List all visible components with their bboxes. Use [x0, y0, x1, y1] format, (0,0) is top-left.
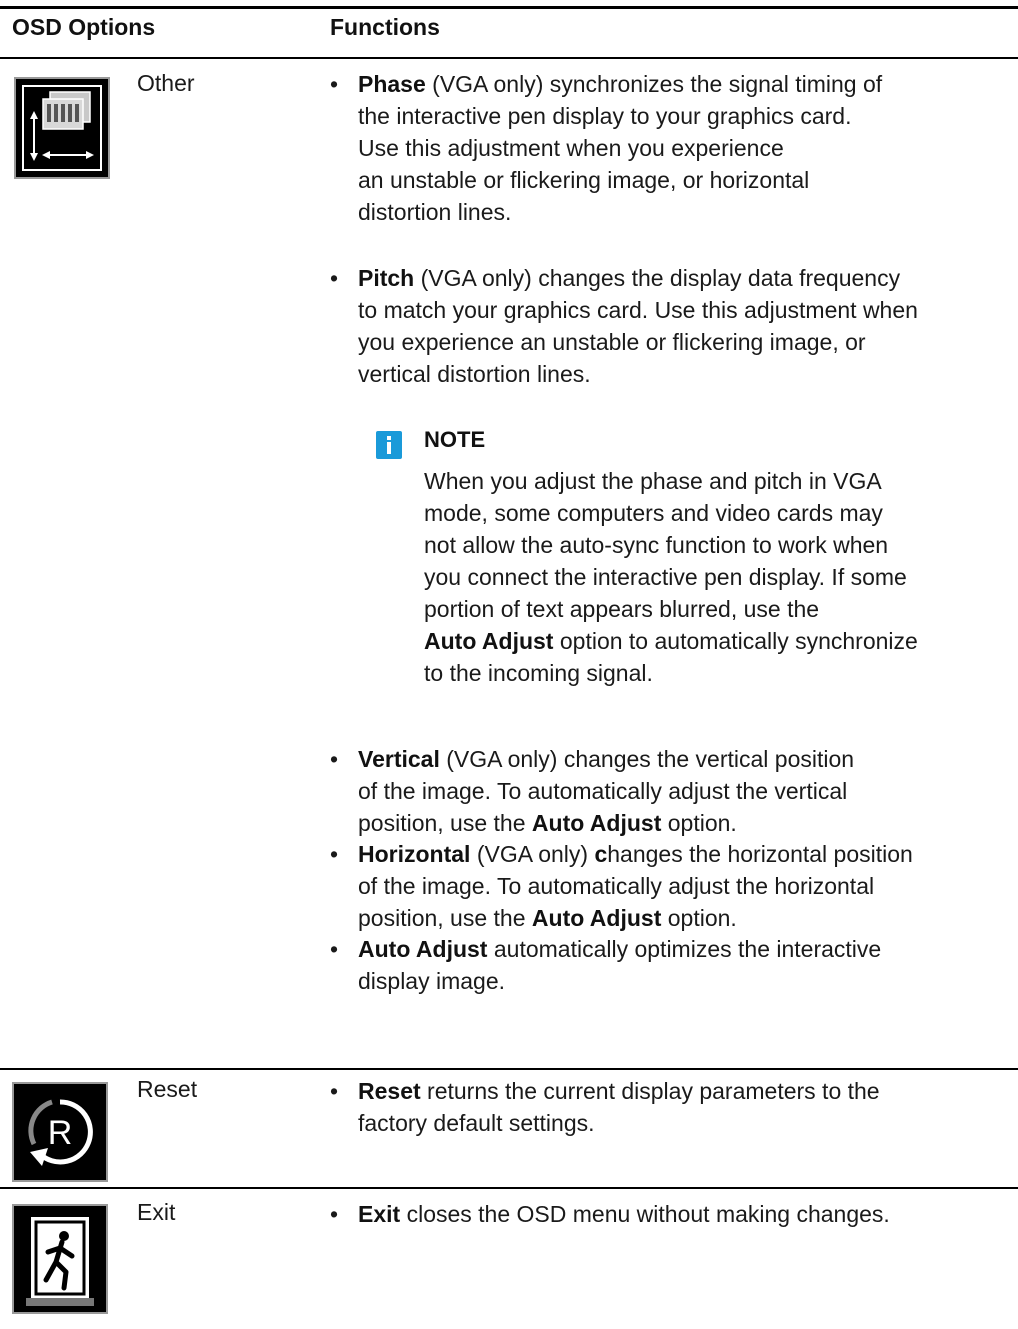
bold-term: Auto Adjust — [358, 936, 488, 962]
text-run: option to automatically synchronize — [553, 628, 918, 654]
bold-term: Pitch — [358, 265, 415, 291]
text-line: the interactive pen display to your grap… — [358, 100, 882, 132]
text-run: Use this adjustment when you experience — [358, 135, 784, 161]
bullet-dot: • — [330, 746, 339, 772]
bullet-dot: • — [330, 265, 339, 291]
text-line: factory default settings. — [358, 1107, 880, 1139]
bold-term: Auto Adjust — [531, 810, 662, 836]
bullet-dot: • — [330, 71, 339, 97]
text-line: position, use the Auto Adjust option. — [358, 807, 854, 839]
text-run: the interactive pen display to your grap… — [358, 103, 852, 129]
text-line: Use this adjustment when you experience — [358, 132, 882, 164]
text-line: an unstable or flickering image, or hori… — [358, 164, 882, 196]
osd-reset-icon: R — [12, 1082, 108, 1182]
text-run: mode, some computers and video cards may — [424, 500, 883, 526]
text-line: Reset returns the current display parame… — [358, 1075, 880, 1107]
text-line: Exit closes the OSD menu without making … — [358, 1198, 890, 1230]
text-run: hanges the horizontal position — [607, 841, 913, 867]
osd-exit-icon — [12, 1204, 108, 1314]
text-line: vertical distortion lines. — [358, 358, 918, 390]
bullet-text: Phase (VGA only) synchronizes the signal… — [358, 68, 882, 228]
text-line: of the image. To automatically adjust th… — [358, 870, 913, 902]
text-run: to match your graphics card. Use this ad… — [358, 297, 918, 323]
bullet-dot: • — [330, 1201, 339, 1227]
bold-term: Reset — [358, 1078, 421, 1104]
osd-other-icon — [14, 77, 110, 179]
bullet-text: Vertical (VGA only) changes the vertical… — [358, 743, 854, 839]
bullet-dot: • — [330, 1078, 339, 1104]
bold-term: Phase — [358, 71, 426, 97]
text-run: (VGA only) — [470, 841, 595, 867]
bold-term: Auto Adjust — [424, 628, 554, 654]
text-line: Vertical (VGA only) changes the vertical… — [358, 743, 854, 775]
text-run: distortion lines. — [358, 199, 512, 225]
bullet-text: Pitch (VGA only) changes the display dat… — [358, 262, 918, 390]
note-body: When you adjust the phase and pitch in V… — [424, 465, 918, 689]
text-line: Auto Adjust automatically optimizes the … — [358, 933, 881, 965]
text-line: of the image. To automatically adjust th… — [358, 775, 854, 807]
text-run: of the image. To automatically adjust th… — [358, 873, 875, 899]
bullet-dot: • — [330, 936, 339, 962]
text-run: option. — [661, 905, 737, 931]
info-icon — [376, 431, 402, 459]
text-line: you experience an unstable or flickering… — [358, 326, 918, 358]
text-run: automatically optimizes the interactive — [487, 936, 882, 962]
text-run: display image. — [358, 968, 506, 994]
text-run: (VGA only) changes the vertical position — [439, 746, 855, 772]
text-run: closes the OSD menu without making chang… — [400, 1201, 890, 1227]
text-run: you experience an unstable or flickering… — [358, 329, 866, 355]
option-name-reset: Reset — [137, 1076, 198, 1102]
text-line: Pitch (VGA only) changes the display dat… — [358, 262, 918, 294]
text-run: you connect the interactive pen display.… — [424, 564, 907, 590]
text-line: to the incoming signal. — [424, 657, 918, 689]
column-header-functions: Functions — [330, 14, 440, 40]
text-run: an unstable or flickering image, or hori… — [358, 167, 810, 193]
text-run: (VGA only) synchronizes the signal timin… — [425, 71, 883, 97]
table-top-rule — [0, 6, 1018, 9]
note-label: NOTE — [424, 427, 486, 452]
bullet-text: Exit closes the OSD menu without making … — [358, 1198, 890, 1230]
svg-text:R: R — [48, 1114, 73, 1152]
bold-term: Vertical — [358, 746, 440, 772]
text-run: position, use the — [358, 905, 532, 931]
bold-term: Horizontal — [358, 841, 471, 867]
text-line: not allow the auto-sync function to work… — [424, 529, 918, 561]
text-run: position, use the — [358, 810, 532, 836]
text-line: display image. — [358, 965, 881, 997]
text-run: factory default settings. — [358, 1110, 595, 1136]
text-run: to the incoming signal. — [424, 660, 653, 686]
bullet-text: Auto Adjust automatically optimizes the … — [358, 933, 881, 997]
text-run: of the image. To automatically adjust th… — [358, 778, 848, 804]
text-run: not allow the auto-sync function to work… — [424, 532, 889, 558]
osd-options-table: OSD Options Functions Other • Phase (VGA … — [0, 0, 1018, 1329]
text-line: Phase (VGA only) synchronizes the signal… — [358, 68, 882, 100]
row-divider — [0, 1068, 1018, 1070]
bold-term: c — [594, 841, 608, 867]
row-divider — [0, 1187, 1018, 1189]
text-line: to match your graphics card. Use this ad… — [358, 294, 918, 326]
text-run: option. — [661, 810, 737, 836]
option-name-other: Other — [137, 70, 195, 96]
option-name-exit: Exit — [137, 1199, 176, 1225]
bold-term: Exit — [358, 1201, 401, 1227]
bullet-dot: • — [330, 841, 339, 867]
text-run: portion of text appears blurred, use the — [424, 596, 820, 622]
text-line: position, use the Auto Adjust option. — [358, 902, 913, 934]
text-run: When you adjust the phase and pitch in V… — [424, 468, 882, 494]
text-line: portion of text appears blurred, use the — [424, 593, 918, 625]
header-rule — [0, 57, 1018, 59]
text-run: (VGA only) changes the display data freq… — [414, 265, 901, 291]
bullet-text: Horizontal (VGA only) changes the horizo… — [358, 838, 913, 934]
text-line: you connect the interactive pen display.… — [424, 561, 918, 593]
text-line: Auto Adjust option to automatically sync… — [424, 625, 918, 657]
text-line: Horizontal (VGA only) changes the horizo… — [358, 838, 913, 870]
text-run: returns the current display parameters t… — [420, 1078, 880, 1104]
bullet-text: Reset returns the current display parame… — [358, 1075, 880, 1139]
column-header-osd-options: OSD Options — [12, 14, 156, 40]
text-line: distortion lines. — [358, 196, 882, 228]
text-line: mode, some computers and video cards may — [424, 497, 918, 529]
text-line: When you adjust the phase and pitch in V… — [424, 465, 918, 497]
text-run: vertical distortion lines. — [358, 361, 591, 387]
bold-term: Auto Adjust — [531, 905, 662, 931]
